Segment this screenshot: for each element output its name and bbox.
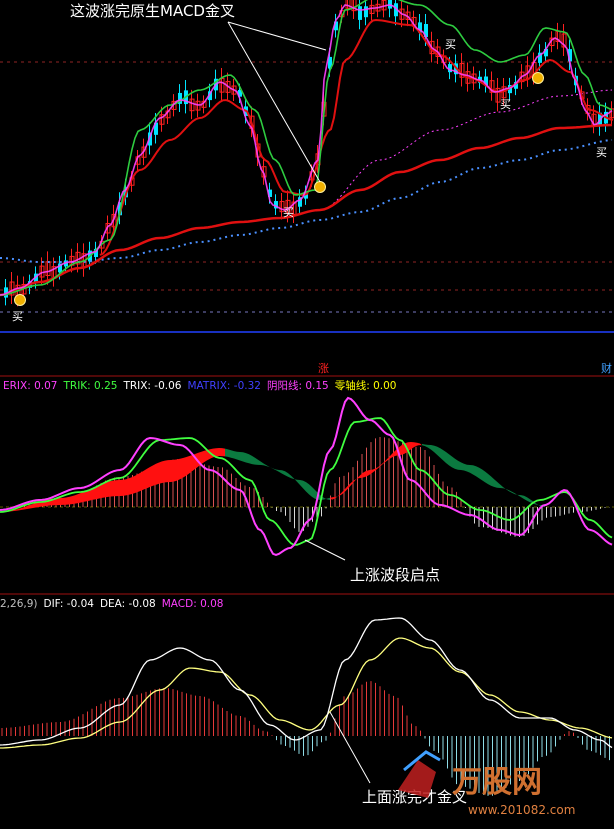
right-marker-label: 财 <box>601 361 612 375</box>
macd-legend-item: DEA: -0.08 <box>100 598 156 610</box>
indicator-legend-item: TRIX: -0.06 <box>122 380 181 392</box>
indicator-legend: ERIX: 0.07 TRIK: 0.25 TRIX: -0.06 MATRIX: -… <box>3 379 397 392</box>
indicator-legend-item: MATRIX: -0.32 <box>187 380 260 392</box>
ma-red-mid-line <box>99 18 614 256</box>
watermark: 万股网 www.201082.com <box>398 750 575 817</box>
annotation-arrows <box>227 21 371 784</box>
buy-label: 买 <box>283 206 294 219</box>
arrow-bottom <box>329 711 371 784</box>
buy-dot-icon <box>14 294 26 306</box>
watermark-brand: 万股网 <box>452 765 542 800</box>
indicator-legend-item: ERIX: 0.07 <box>3 380 57 392</box>
candle-body-down <box>364 6 368 18</box>
arrow-top-1 <box>227 21 327 51</box>
indicator-legend-item: TRIK: 0.25 <box>62 380 117 392</box>
buy-label: 买 <box>500 98 511 111</box>
ma-magenta-dotted-line <box>319 89 613 211</box>
indicator-lines <box>0 396 613 556</box>
arrow-top-2 <box>227 21 321 183</box>
macd-legend-item: MACD: 0.08 <box>162 598 224 610</box>
macd-legend: 2,26,9) DIF: -0.04 DEA: -0.08 MACD: 0.08 <box>0 598 223 610</box>
macd-legend-item: 2,26,9) <box>0 598 38 610</box>
indicator-band-segment <box>422 443 545 507</box>
buy-label: 买 <box>445 38 456 51</box>
ma-red-long-line <box>0 123 613 297</box>
mid-marker-label: 涨 <box>318 362 329 375</box>
panel-frames <box>0 331 614 595</box>
indicator-legend-item: 阴阳线: 0.15 <box>267 379 329 392</box>
macd-legend-item: DIF: -0.04 <box>44 598 95 610</box>
buy-label: 买 <box>596 146 607 159</box>
buy-label: 买 <box>12 310 23 323</box>
annotation-top: 这波涨完原生MACD金叉 <box>70 2 235 20</box>
erix-line <box>0 396 613 556</box>
indicator-legend-item: 零轴线: 0.00 <box>335 379 397 392</box>
candle-body-down <box>358 6 362 20</box>
price-candles <box>4 0 614 307</box>
arrow-middle <box>304 539 346 561</box>
trik-line <box>0 417 613 546</box>
buy-dot-icon <box>314 181 326 193</box>
watermark-url: www.201082.com <box>468 803 575 817</box>
chart-canvas: 买买买买买 这波涨完原生MACD金叉 上涨波段启点 上面涨完才金叉 涨 财 ER… <box>0 0 614 817</box>
annotation-middle: 上涨波段启点 <box>350 566 440 584</box>
buy-dot-icon <box>532 72 544 84</box>
